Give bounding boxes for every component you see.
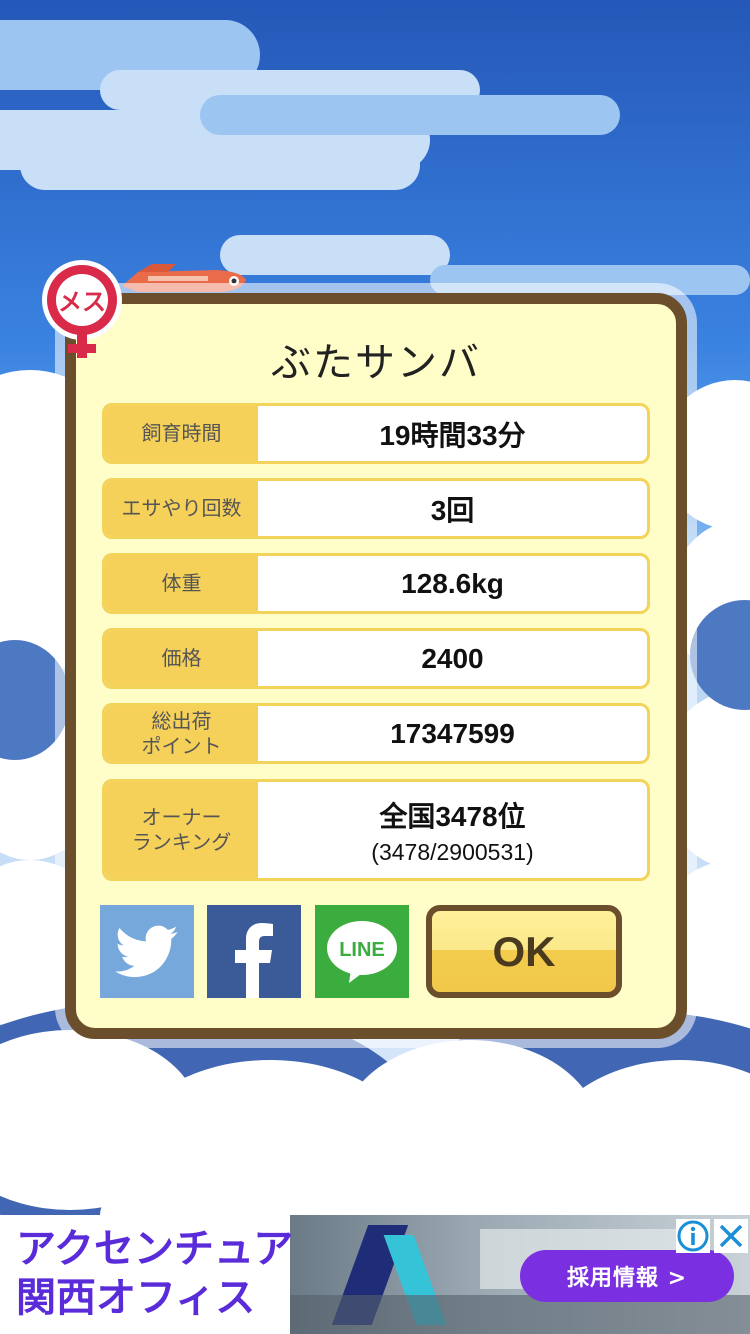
stat-row-rearing-time: 飼育時間 19時間33分 [102,403,650,464]
stat-label: 価格 [105,631,258,686]
stat-value: 2400 [421,642,484,674]
stat-label-line1: オーナー [141,805,222,829]
stat-row-owner-ranking: オーナー ランキング 全国3478位 (3478/2900531) [102,779,650,881]
stat-label: 体重 [105,556,258,611]
ad-recruit-button[interactable]: 採用情報 > [520,1250,734,1302]
line-bubble-icon: LINE [327,920,397,983]
stat-row-price: 価格 2400 [102,628,650,689]
facebook-f-icon [235,923,273,998]
facebook-share-button[interactable] [207,905,301,998]
stat-value: 3回 [430,494,475,526]
stat-value: 17347599 [390,717,515,749]
stat-label-line2: ランキング [131,830,232,854]
close-icon[interactable] [714,1219,748,1253]
ok-button[interactable]: OK [426,905,622,998]
ad-title-line1: アクセンチュア [16,1226,294,1272]
stat-label-line1: 総出荷 [151,708,212,733]
stat-label: エサやり回数 [105,481,258,536]
info-icon[interactable] [676,1219,710,1253]
pet-name-title: ぶたサンバ [271,340,481,386]
gender-badge-text: メス [58,288,106,316]
ad-title: アクセンチュア 関西オフィス [16,1225,293,1323]
stat-label: 総出荷 ポイント [105,706,258,761]
stat-label-line2: ポイント [141,733,222,758]
twitter-bird-icon [115,925,178,977]
pet-result-dialog: ぶたサンバ 飼育時間 19時間33分 エサやり回数 3回 体重 128.6kg … [65,293,687,1039]
stat-row-shipping-points: 総出荷 ポイント 17347599 [102,703,650,764]
line-share-button[interactable]: LINE [315,905,409,998]
stat-value: 全国3478位 (3478/2900531) [258,782,647,878]
stat-row-weight: 体重 128.6kg [102,553,650,614]
stat-value: 19時間33分 [379,419,526,451]
female-gender-badge: メス [42,260,122,358]
twitter-share-button[interactable] [100,905,194,998]
ad-title-line2: 関西オフィス [16,1275,256,1321]
ranking-detail: (3478/2900531) [371,838,534,865]
stat-label: 飼育時間 [105,406,258,461]
line-label: LINE [339,939,385,961]
stat-value: 128.6kg [401,567,504,599]
stat-row-feed-count: エサやり回数 3回 [102,478,650,539]
ranking-value: 全国3478位 [379,800,526,832]
stat-label: オーナー ランキング [105,782,258,878]
